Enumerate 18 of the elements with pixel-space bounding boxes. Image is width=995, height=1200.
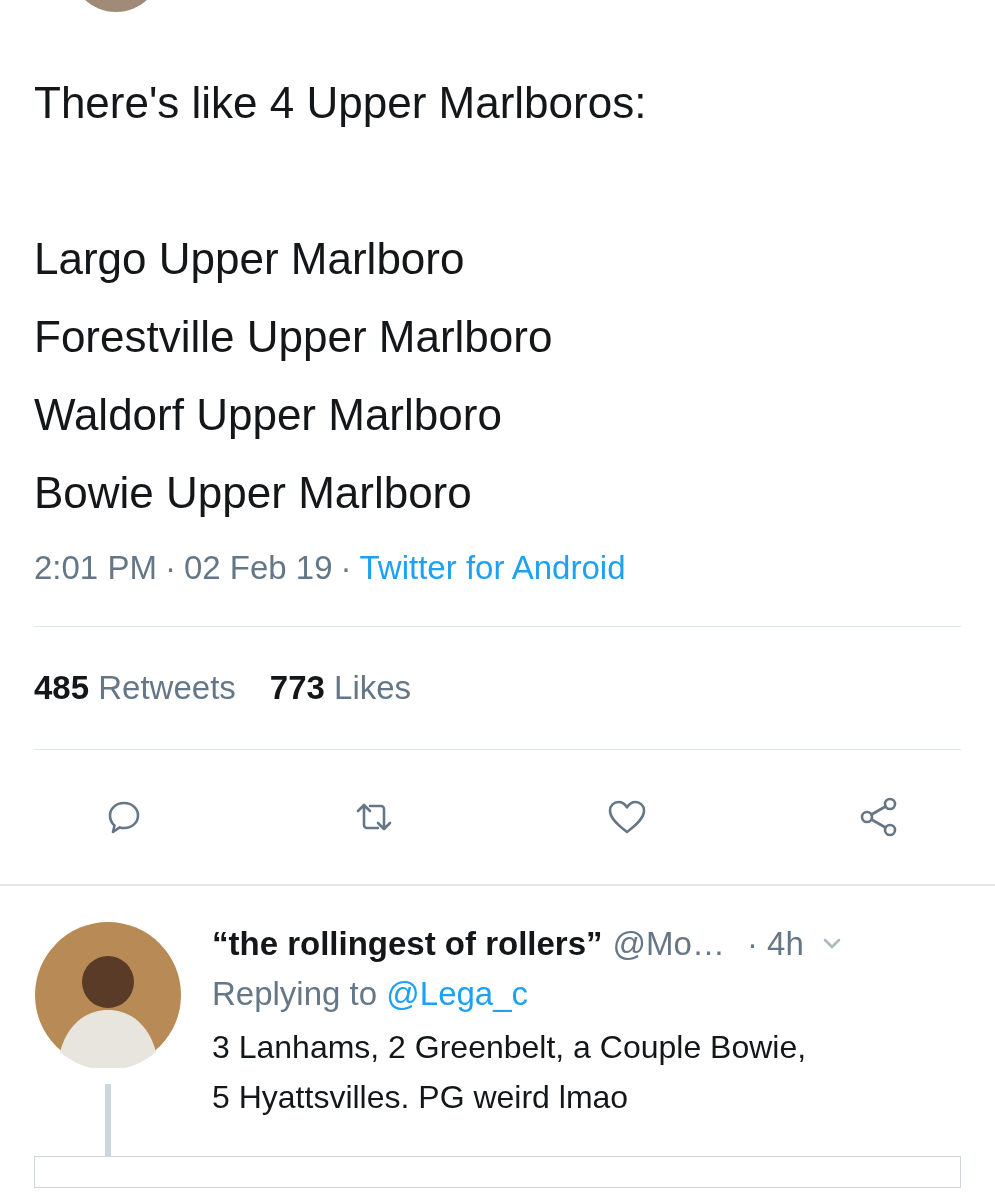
- tweet-time: 2:01 PM: [34, 548, 157, 589]
- tweet-text: Largo Upper Marlboro: [34, 233, 466, 285]
- replying-to-text: Replying to @Lega_c: [212, 974, 530, 1014]
- reply-text: 5 Hyattsvilles. PG weird lmao: [212, 1078, 630, 1117]
- avatar[interactable]: [35, 922, 181, 1068]
- separator-dot: ·: [340, 548, 352, 589]
- stat-link[interactable]: 773 Likes: [269, 663, 412, 713]
- reply-text: 3 Lanhams, 2 Greenbelt, a Couple Bowie,: [212, 1028, 808, 1067]
- separator-dot: ·: [164, 548, 176, 589]
- tweet-text: Bowie Upper Marlboro: [34, 467, 473, 519]
- tweet-text: There's like 4 Upper Marlboros:: [34, 77, 648, 129]
- reply-handle: @Mo…: [612, 924, 725, 965]
- tweet-text: Forestville Upper Marlboro: [34, 311, 554, 363]
- reply-author-name: “the rollingest of rollers”: [212, 924, 603, 965]
- tweet-date: 02 Feb 19: [183, 548, 333, 589]
- stat-link[interactable]: 485 Retweets: [34, 663, 236, 713]
- reply-time: · 4h: [746, 924, 804, 965]
- tweet-text: Waldorf Upper Marlboro: [34, 389, 503, 441]
